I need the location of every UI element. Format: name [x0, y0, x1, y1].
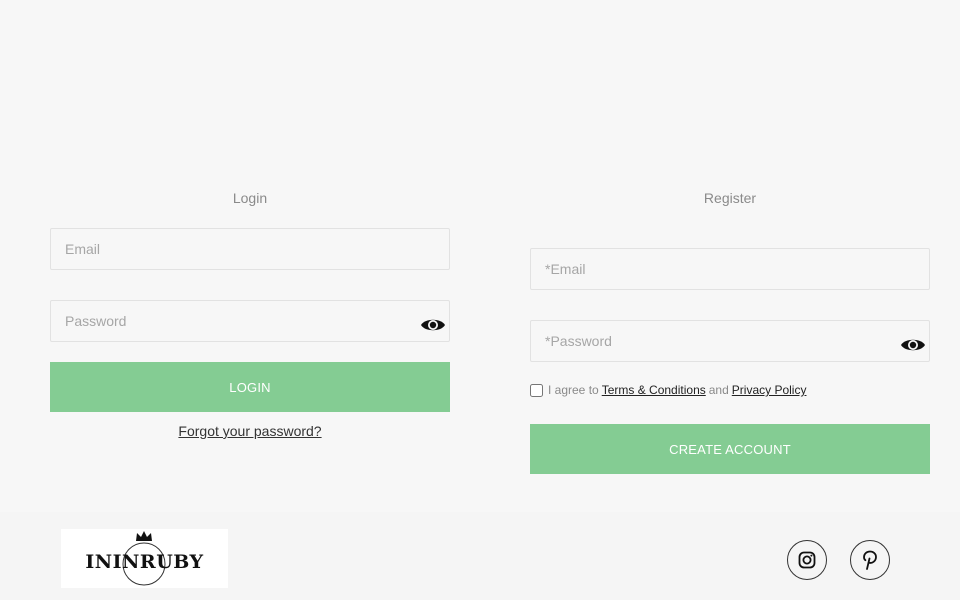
register-password-input[interactable]	[530, 320, 930, 362]
show-password-eye-icon[interactable]	[900, 336, 926, 354]
show-password-eye-icon[interactable]	[420, 316, 446, 334]
terms-agreement: I agree to Terms & Conditions and Privac…	[530, 383, 809, 397]
instagram-icon	[798, 551, 816, 569]
pinterest-link[interactable]	[850, 540, 890, 580]
agree-prefix-text: I agree to	[548, 383, 599, 397]
login-title: Login	[232, 190, 268, 206]
create-account-button[interactable]: CREATE ACCOUNT	[530, 424, 930, 474]
instagram-link[interactable]	[787, 540, 827, 580]
logo-text: ININRUBY	[85, 551, 204, 573]
register-title: Register	[703, 190, 757, 206]
privacy-policy-link[interactable]: Privacy Policy	[732, 383, 807, 397]
pinterest-icon	[863, 550, 877, 570]
and-text: and	[708, 383, 729, 397]
footer: ININRUBY	[0, 512, 960, 600]
login-button[interactable]: LOGIN	[50, 362, 450, 412]
brand-logo[interactable]: ININRUBY	[61, 529, 228, 588]
login-password-input[interactable]	[50, 300, 450, 342]
forgot-password-link[interactable]: Forgot your password?	[50, 423, 450, 439]
register-email-input[interactable]	[530, 248, 930, 290]
terms-link[interactable]: Terms & Conditions	[602, 383, 706, 397]
agree-terms-checkbox[interactable]	[530, 383, 543, 397]
login-email-input[interactable]	[50, 228, 450, 270]
